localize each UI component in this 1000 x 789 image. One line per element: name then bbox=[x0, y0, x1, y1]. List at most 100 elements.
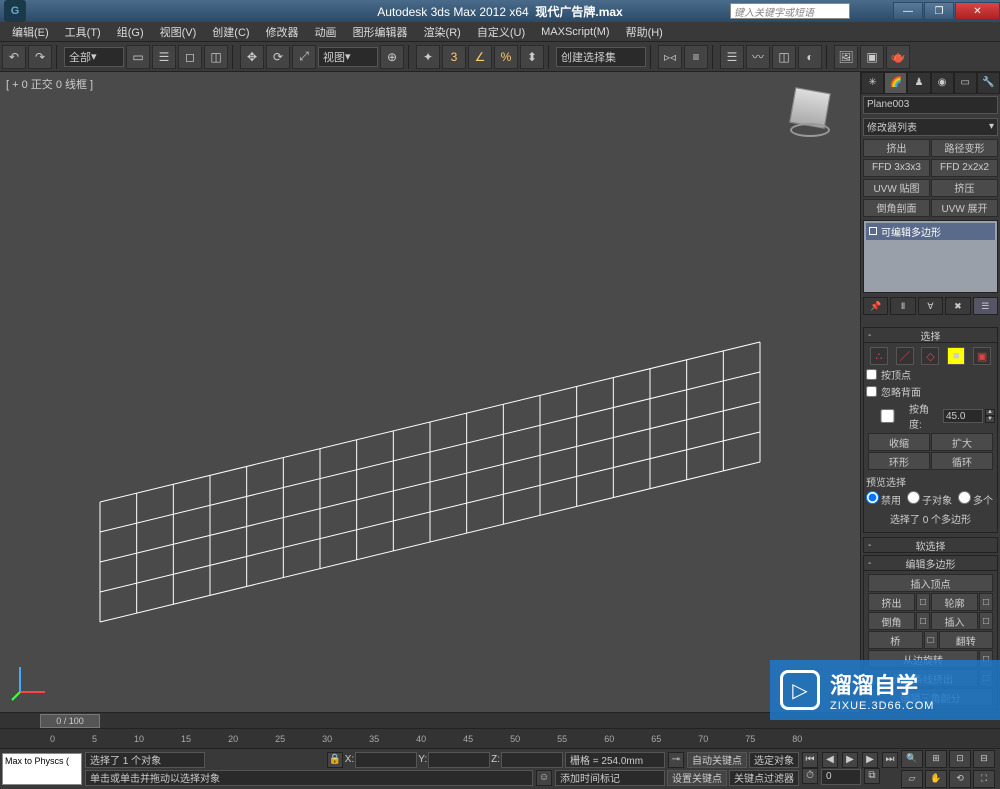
menu-animation[interactable]: 动画 bbox=[307, 22, 345, 42]
angle-spin-up[interactable]: ▲ bbox=[985, 409, 995, 416]
viewcube[interactable] bbox=[780, 82, 840, 142]
modifier-stack[interactable]: 可编辑多边形 bbox=[863, 220, 998, 294]
select-by-name-button[interactable]: ☰ bbox=[152, 45, 176, 69]
preset-ffd333[interactable]: FFD 3x3x3 bbox=[863, 159, 930, 177]
schematic-view-button[interactable]: ◫ bbox=[772, 45, 796, 69]
ring-button[interactable]: 环形 bbox=[868, 452, 930, 470]
shrink-button[interactable]: 收缩 bbox=[868, 433, 930, 451]
menu-edit[interactable]: 编辑(E) bbox=[4, 22, 57, 42]
preset-extrude[interactable]: 挤出 bbox=[863, 139, 930, 157]
extrude-settings-button[interactable]: □ bbox=[916, 593, 930, 611]
preset-ffd222[interactable]: FFD 2x2x2 bbox=[931, 159, 998, 177]
angle-snap-button[interactable]: ∠ bbox=[468, 45, 492, 69]
menu-help[interactable]: 帮助(H) bbox=[618, 22, 671, 42]
object-name-field[interactable]: Plane003 bbox=[863, 96, 998, 114]
subobj-element-button[interactable]: ▣ bbox=[973, 347, 991, 365]
select-object-button[interactable]: ▭ bbox=[126, 45, 150, 69]
wireframe-plane-object[interactable]: {"cols":18,"rows":4} bbox=[80, 332, 780, 655]
selection-filter-dropdown[interactable]: 全部 ▾ bbox=[64, 47, 124, 67]
outline-button[interactable]: 轮廓 bbox=[931, 593, 978, 611]
viewport[interactable]: [ + 0 正交 0 线框 ] {"cols":18,"rows":4} bbox=[0, 72, 860, 712]
autokey-button[interactable]: 自动关键点 bbox=[687, 752, 747, 768]
remove-modifier-button[interactable]: ✖ bbox=[945, 297, 970, 315]
maxscript-listener[interactable]: Max to Physcs ( bbox=[2, 753, 82, 785]
insert-vertex-button[interactable]: 插入顶点 bbox=[868, 574, 993, 592]
by-vertex-checkbox[interactable] bbox=[866, 369, 877, 380]
track-bar[interactable]: 05101520253035404550556065707580 bbox=[0, 728, 1000, 748]
preset-bevelprofile[interactable]: 倒角剖面 bbox=[863, 199, 930, 217]
preview-off-radio[interactable] bbox=[866, 491, 879, 504]
menu-render[interactable]: 渲染(R) bbox=[416, 22, 469, 42]
tab-create[interactable]: ✳ bbox=[861, 72, 884, 94]
tab-display[interactable]: ▭ bbox=[954, 72, 977, 94]
align-button[interactable]: ≡ bbox=[684, 45, 708, 69]
menu-grapheditors[interactable]: 图形编辑器 bbox=[345, 22, 416, 42]
prev-frame-button[interactable]: ◀ bbox=[822, 752, 838, 768]
select-region-button[interactable]: ◻ bbox=[178, 45, 202, 69]
angle-spin-down[interactable]: ▼ bbox=[985, 416, 995, 423]
preset-squeeze[interactable]: 挤压 bbox=[931, 179, 998, 197]
menu-modifiers[interactable]: 修改器 bbox=[258, 22, 307, 42]
bevel-button[interactable]: 倒角 bbox=[868, 612, 915, 630]
rendered-frame-button[interactable]: ▣ bbox=[860, 45, 884, 69]
subobj-polygon-button[interactable]: ■ bbox=[947, 347, 965, 365]
ref-coord-dropdown[interactable]: 视图 ▾ bbox=[318, 47, 378, 67]
x-coord-input[interactable] bbox=[355, 752, 417, 768]
inset-settings-button[interactable]: □ bbox=[979, 612, 993, 630]
bridge-settings-button[interactable]: □ bbox=[924, 631, 938, 649]
viewport-label[interactable]: [ + 0 正交 0 线框 ] bbox=[6, 76, 93, 92]
extrude-button[interactable]: 挤出 bbox=[868, 593, 915, 611]
select-scale-button[interactable]: ⤢ bbox=[292, 45, 316, 69]
menu-create[interactable]: 创建(C) bbox=[204, 22, 257, 42]
spinner-snap-button[interactable]: ⬍ bbox=[520, 45, 544, 69]
z-coord-input[interactable] bbox=[501, 752, 563, 768]
configure-sets-button[interactable]: ☰ bbox=[973, 297, 998, 315]
play-button[interactable]: ▶ bbox=[842, 752, 858, 768]
preset-uvwmap[interactable]: UVW 贴图 bbox=[863, 179, 930, 197]
modifier-list-dropdown[interactable]: 修改器列表▾ bbox=[863, 118, 998, 136]
next-frame-button[interactable]: ▶ bbox=[862, 752, 878, 768]
ignore-backface-checkbox[interactable] bbox=[866, 386, 877, 397]
menu-tools[interactable]: 工具(T) bbox=[57, 22, 109, 42]
key-filter-button[interactable]: 关键点过滤器 bbox=[729, 770, 799, 786]
material-editor-button[interactable]: ◐ bbox=[798, 45, 822, 69]
by-angle-input[interactable] bbox=[943, 409, 983, 423]
make-unique-button[interactable]: ∀ bbox=[918, 297, 943, 315]
subobj-border-button[interactable]: ◇ bbox=[921, 347, 939, 365]
pin-stack-button[interactable]: 📌 bbox=[863, 297, 888, 315]
window-crossing-button[interactable]: ◫ bbox=[204, 45, 228, 69]
preview-multi-radio[interactable] bbox=[958, 491, 971, 504]
tab-motion[interactable]: ◉ bbox=[931, 72, 954, 94]
time-config-button[interactable]: ⏱ bbox=[802, 768, 818, 784]
setkey-button[interactable]: 设置关键点 bbox=[667, 770, 727, 786]
y-coord-input[interactable] bbox=[428, 752, 490, 768]
tab-hierarchy[interactable]: ♟ bbox=[907, 72, 930, 94]
outline-settings-button[interactable]: □ bbox=[979, 593, 993, 611]
minimize-button[interactable]: — bbox=[893, 2, 923, 20]
zoom-button[interactable]: 🔍 bbox=[901, 750, 923, 768]
percent-snap-button[interactable]: % bbox=[494, 45, 518, 69]
curve-editor-button[interactable]: 〰 bbox=[746, 45, 770, 69]
menu-customize[interactable]: 自定义(U) bbox=[469, 22, 533, 42]
mirror-button[interactable]: ▹◃ bbox=[658, 45, 682, 69]
inset-button[interactable]: 插入 bbox=[931, 612, 978, 630]
loop-button[interactable]: 循环 bbox=[931, 452, 993, 470]
tab-utilities[interactable]: 🔧 bbox=[977, 72, 1000, 94]
select-move-button[interactable]: ✥ bbox=[240, 45, 264, 69]
add-time-tag-button[interactable]: 添加时间标记 bbox=[555, 770, 665, 786]
comm-center-button[interactable]: ☺ bbox=[536, 770, 552, 786]
goto-end-button[interactable]: ⏭ bbox=[882, 752, 898, 768]
subobj-vertex-button[interactable]: ∴ bbox=[870, 347, 888, 365]
close-button[interactable]: ✕ bbox=[955, 2, 1000, 20]
menu-maxscript[interactable]: MAXScript(M) bbox=[533, 24, 617, 40]
by-angle-checkbox[interactable] bbox=[868, 409, 907, 423]
help-search-input[interactable]: 键入关键字或短语 bbox=[730, 3, 850, 19]
key-mode-toggle[interactable]: ⧉ bbox=[864, 768, 880, 784]
stack-item-editable-poly[interactable]: 可编辑多边形 bbox=[866, 223, 995, 240]
preset-pathdeform[interactable]: 路径变形 bbox=[931, 139, 998, 157]
snap-toggle-button[interactable]: 3 bbox=[442, 45, 466, 69]
named-selection-dropdown[interactable]: 创建选择集 bbox=[556, 47, 646, 67]
key-mode-button[interactable]: ⊸ bbox=[668, 752, 684, 768]
redo-button[interactable]: ↷ bbox=[28, 45, 52, 69]
show-end-result-button[interactable]: Ⅱ bbox=[890, 297, 915, 315]
